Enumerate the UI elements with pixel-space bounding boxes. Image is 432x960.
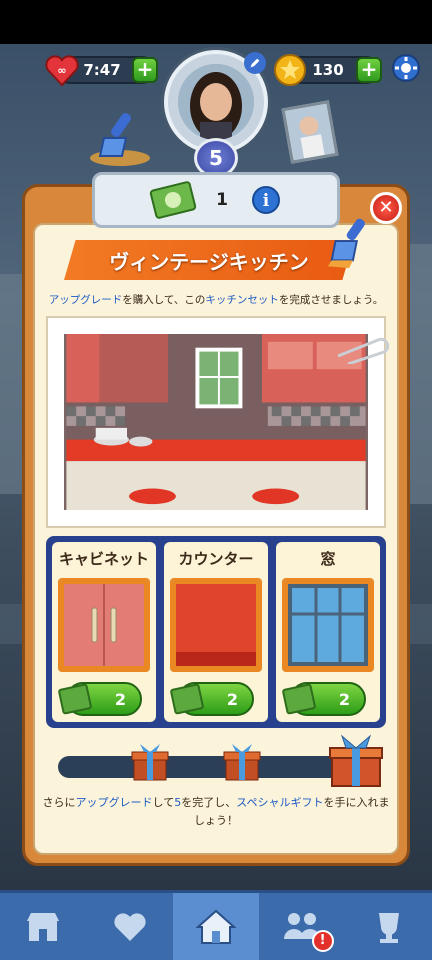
info-icon[interactable]: i — [251, 185, 281, 215]
lives-timer: 7:47 — [83, 61, 121, 79]
popup-footer-text: さらにアップグレードして5を完了し、スペシャルギフトを手に入れましょう！ — [42, 796, 390, 827]
cash-bill-icon — [169, 683, 205, 715]
design-portrait-frame[interactable] — [281, 100, 339, 164]
paint-brush-icon — [327, 218, 365, 269]
nav-hearts[interactable] — [86, 893, 172, 960]
upgrade-progress-track — [58, 756, 374, 778]
lives-counter[interactable]: ∞ 7:47 + — [45, 55, 158, 87]
kitchen-illustration — [66, 334, 366, 510]
cabinet-icon — [64, 584, 144, 666]
shop-icon — [27, 912, 60, 941]
avatar-portrait-icon — [178, 64, 254, 140]
nav-shop[interactable] — [0, 893, 86, 960]
item-title: キャビネット — [58, 550, 149, 568]
buy-cabinet-button[interactable]: 2 — [57, 682, 142, 716]
popup-description: アップグレードを購入して、このキッチンセットを完成させましょう。 — [48, 294, 384, 306]
cash-bill-icon — [281, 683, 317, 715]
heart-icon — [114, 912, 146, 941]
trophy-icon — [378, 912, 399, 943]
add-lives-button[interactable]: + — [132, 57, 158, 83]
edit-pencil-icon[interactable] — [244, 52, 266, 74]
gear-icon[interactable] — [390, 52, 422, 84]
upgrade-item-window[interactable]: 窓 2 — [276, 542, 380, 722]
home-icon — [195, 909, 237, 944]
star-coin-icon — [274, 54, 306, 86]
special-gift-icon — [329, 734, 383, 787]
coins-counter[interactable]: 130 + — [274, 54, 382, 86]
nav-trophy[interactable] — [346, 893, 432, 960]
upgrade-items-panel: キャビネット 2 カウンター 2 窓 2 — [46, 536, 386, 728]
coins-count: 130 — [312, 61, 344, 79]
window-icon — [288, 584, 368, 666]
bottom-navigation: ! — [0, 890, 432, 960]
cash-bill-icon — [57, 683, 93, 715]
nav-friends[interactable]: ! — [259, 893, 345, 960]
paint-brush-icon[interactable] — [86, 108, 156, 168]
add-coins-button[interactable]: + — [356, 57, 382, 83]
kitchen-scene — [64, 334, 368, 510]
item-title: カウンター — [178, 550, 254, 568]
upgrade-item-counter[interactable]: カウンター 2 — [164, 542, 268, 722]
cash-bill-icon — [149, 181, 197, 219]
status-bar — [0, 0, 432, 44]
gift-box-icon — [223, 744, 261, 781]
nav-home[interactable] — [172, 893, 260, 960]
cabinet-preview — [58, 578, 150, 672]
close-icon: ✕ — [378, 197, 394, 218]
currency-count: 1 — [216, 190, 228, 210]
window-preview — [282, 578, 374, 672]
paper-clip-icon — [337, 337, 390, 364]
currency-tab: 1 i — [92, 172, 340, 228]
buy-window-button[interactable]: 2 — [281, 682, 366, 716]
chef-portrait-icon — [285, 103, 335, 161]
upgrade-item-cabinet[interactable]: キャビネット 2 — [52, 542, 156, 722]
friends-alert-badge: ! — [311, 930, 334, 952]
infinity-heart-icon: ∞ — [45, 55, 79, 87]
item-title: 窓 — [320, 550, 336, 568]
buy-counter-button[interactable]: 2 — [169, 682, 254, 716]
popup-title: ヴィンテージキッチン — [64, 240, 354, 280]
counter-icon — [176, 584, 256, 666]
gift-box-icon — [131, 744, 169, 781]
svg-text:∞: ∞ — [57, 64, 66, 77]
counter-preview — [170, 578, 262, 672]
svg-text:i: i — [263, 191, 270, 211]
